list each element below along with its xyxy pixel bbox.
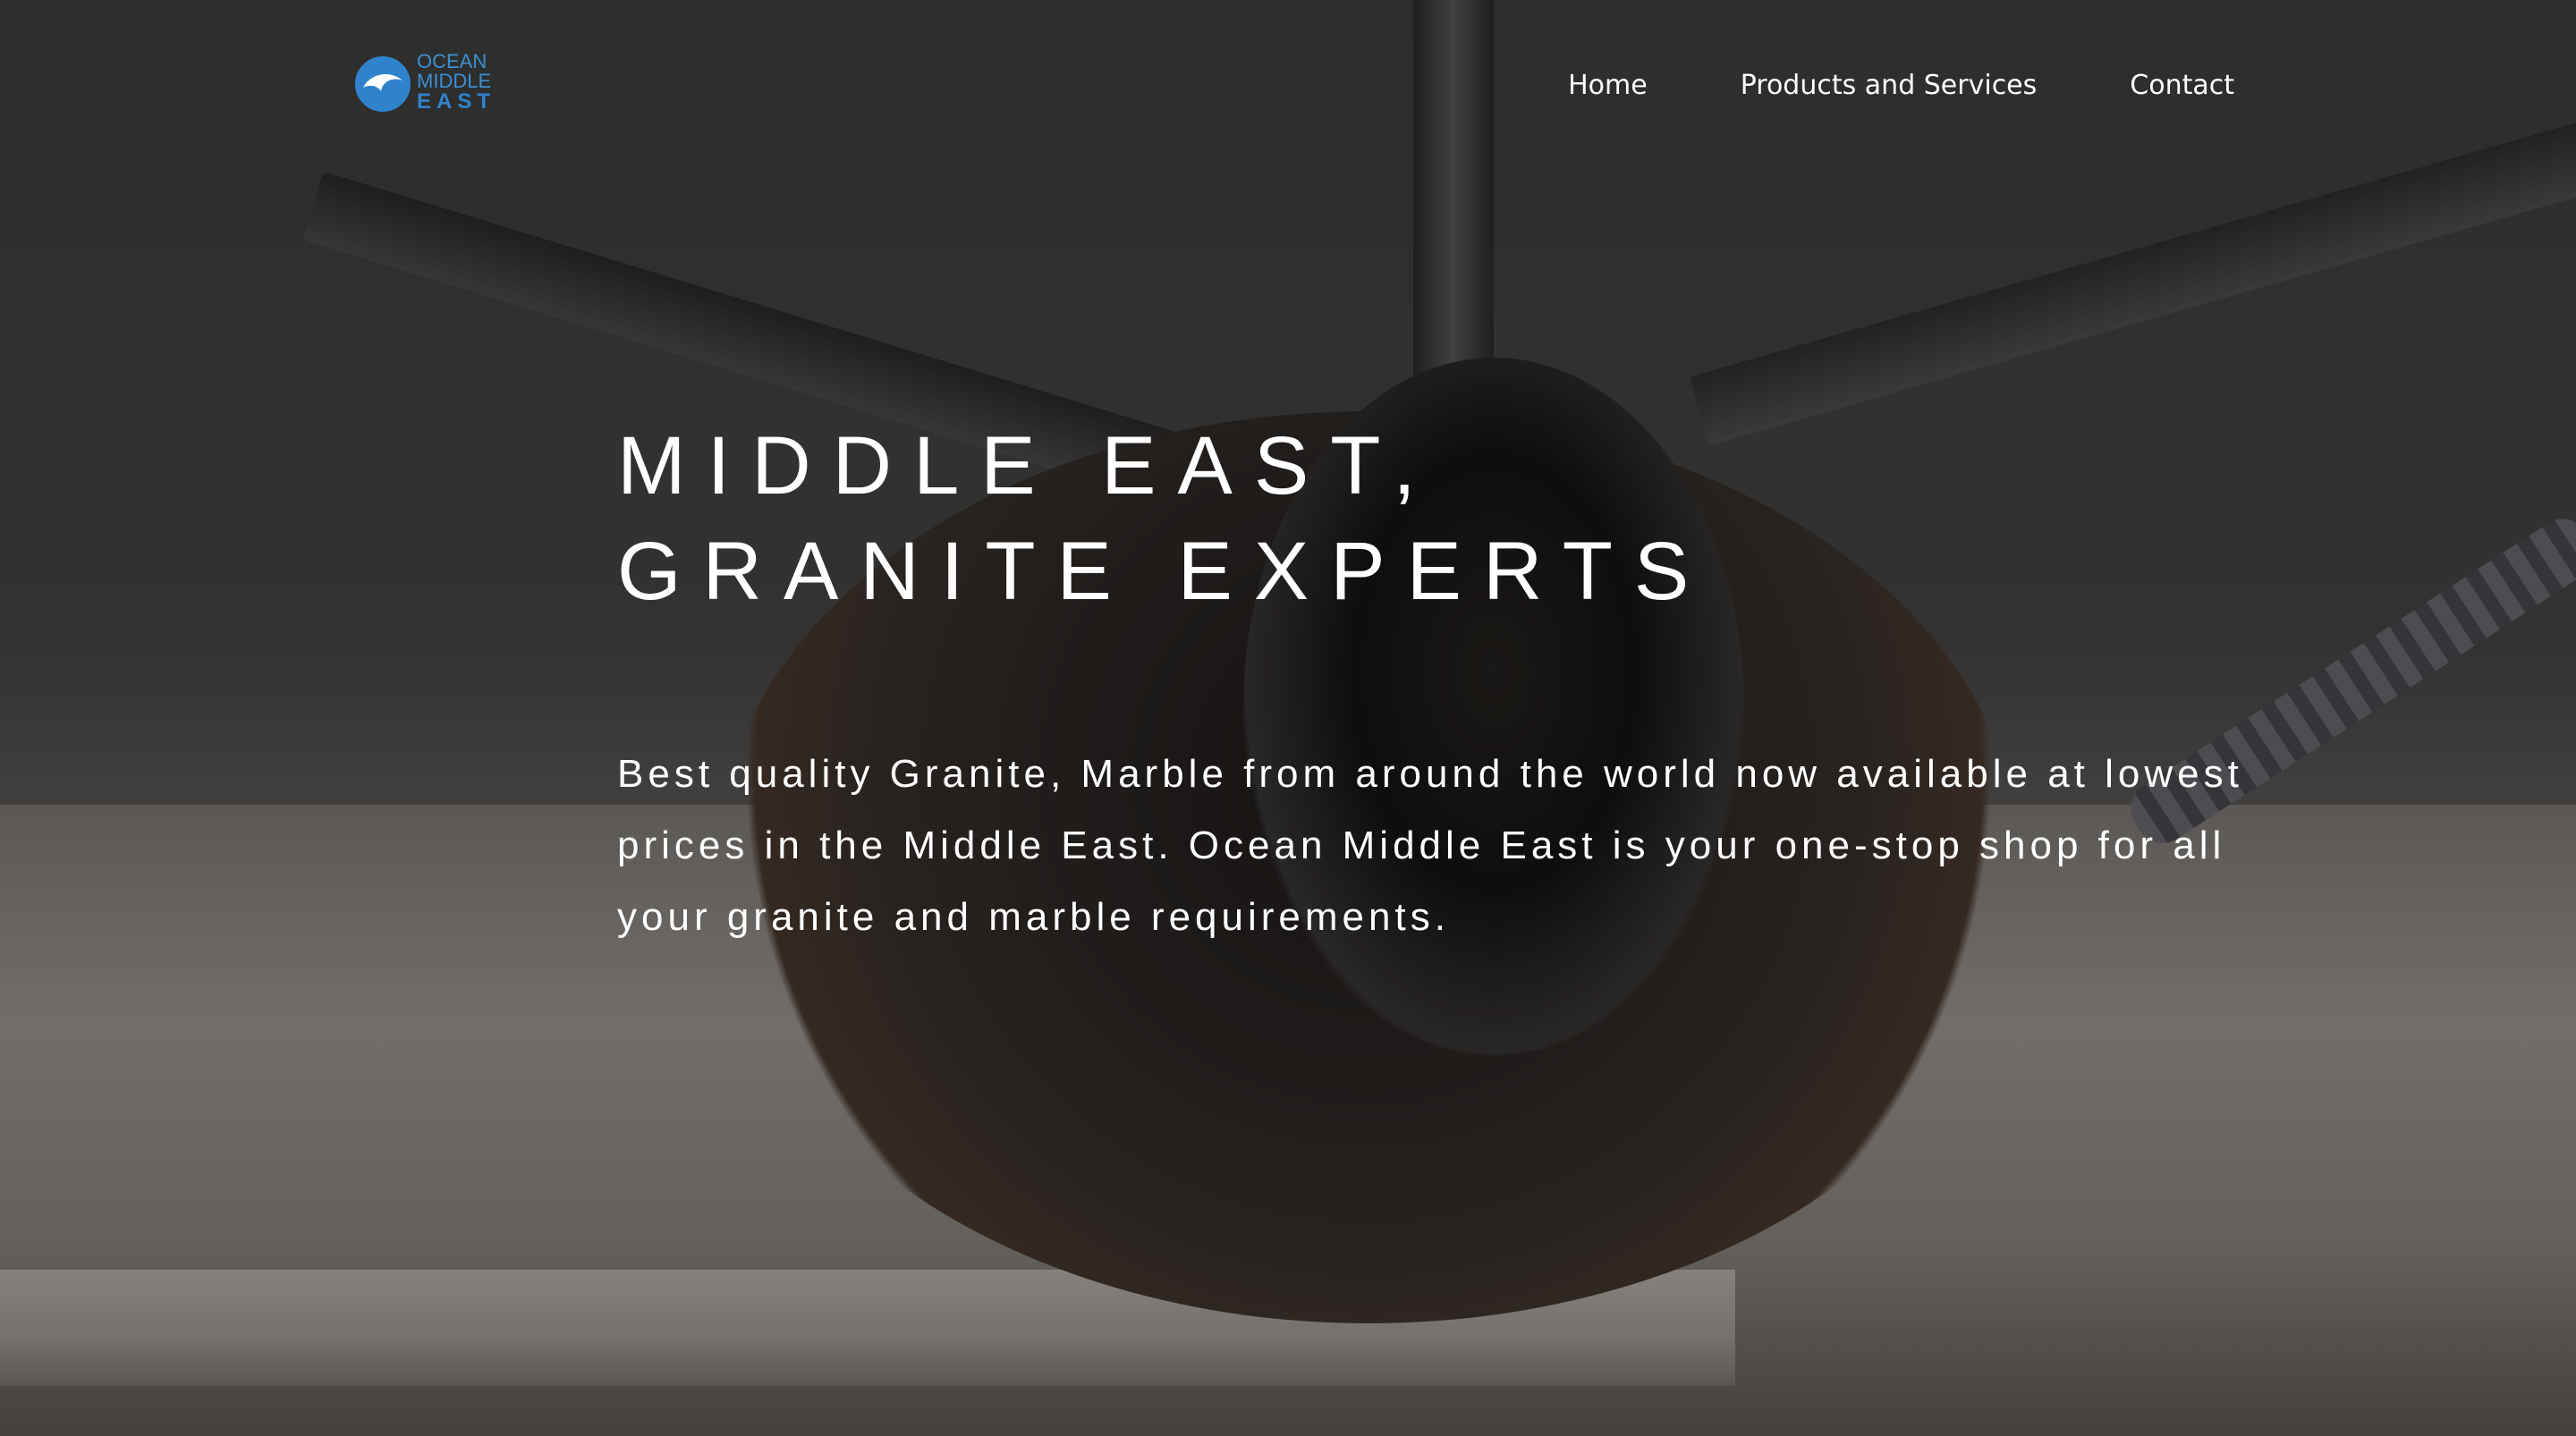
nav-link-contact[interactable]: Contact xyxy=(2130,70,2234,101)
hero-content: MIDDLE EAST, GRANITE EXPERTS Best qualit… xyxy=(617,413,2239,953)
logo-line-east: EAST xyxy=(417,89,496,114)
hero-title: MIDDLE EAST, GRANITE EXPERTS xyxy=(617,420,1711,617)
logo-text: OCEAN MIDDLE EAST xyxy=(417,52,496,113)
logo-line-middle: MIDDLE xyxy=(417,70,492,92)
site-header: OCEAN MIDDLE EAST Home Products and Serv… xyxy=(0,0,2576,179)
main-nav: Home Products and Services Contact xyxy=(1475,70,2234,101)
landing-page: OCEAN MIDDLE EAST Home Products and Serv… xyxy=(0,0,2576,1436)
nav-link-home[interactable]: Home xyxy=(1568,70,1648,101)
wave-logo-icon xyxy=(351,50,415,114)
nav-link-products-and-services[interactable]: Products and Services xyxy=(1741,70,2038,101)
hero-description: Best quality Granite, Marble from around… xyxy=(617,752,2243,939)
site-logo[interactable]: OCEAN MIDDLE EAST xyxy=(351,45,503,120)
logo-line-ocean: OCEAN xyxy=(417,50,487,72)
